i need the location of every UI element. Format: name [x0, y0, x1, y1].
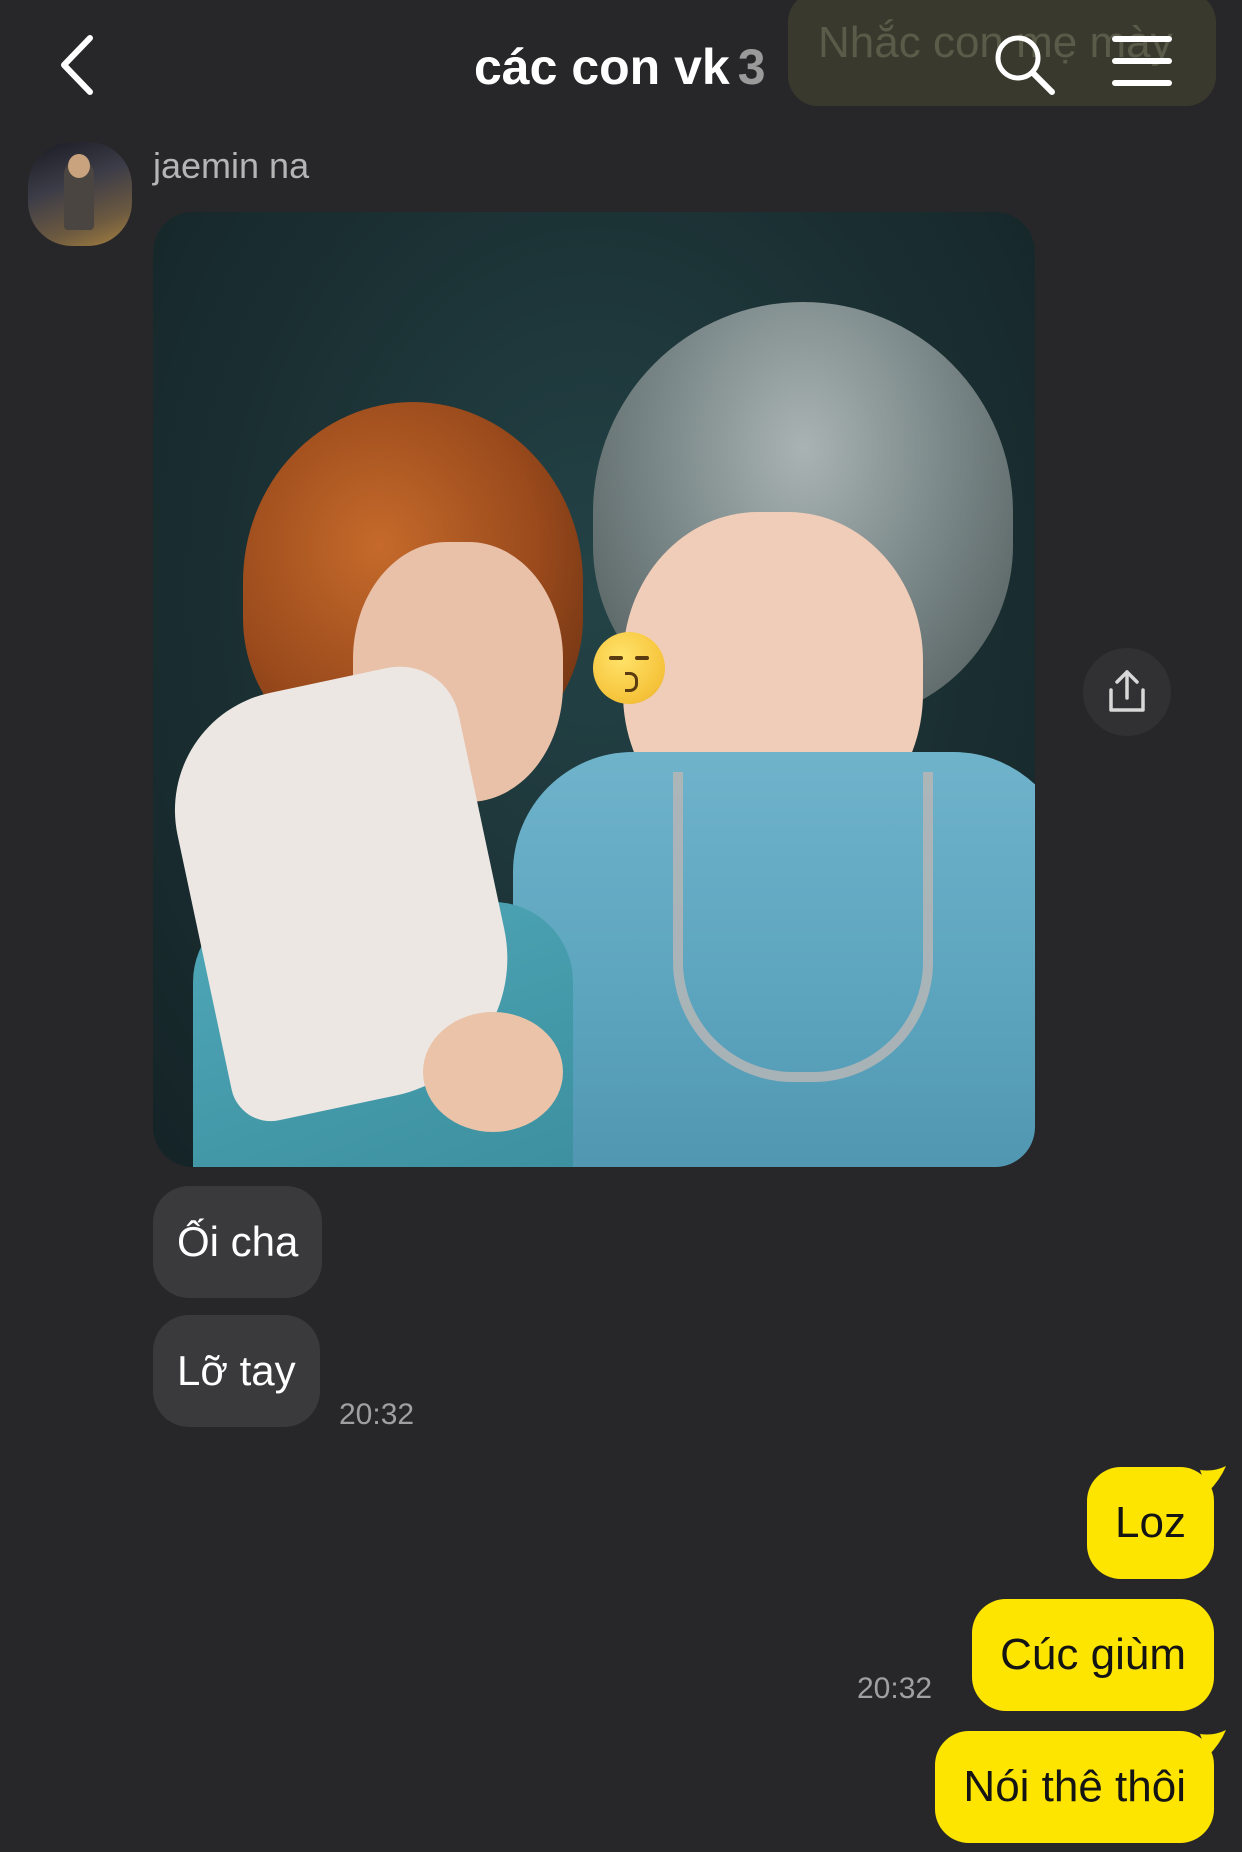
outgoing-message-2[interactable]: Cúc giùm	[972, 1599, 1214, 1711]
outgoing-timestamp: 20:32	[857, 1672, 933, 1705]
incoming-message-2[interactable]: Lỡ tay	[153, 1315, 320, 1427]
incoming-timestamp: 20:32	[339, 1398, 415, 1431]
outgoing-message-1[interactable]: Loz	[1087, 1467, 1214, 1579]
chevron-left-icon	[61, 35, 93, 95]
share-icon	[1109, 670, 1145, 712]
bubble-tail	[1200, 1466, 1226, 1492]
search-button[interactable]	[990, 30, 1060, 100]
menu-button[interactable]	[1112, 36, 1178, 92]
hamburger-menu-icon	[1112, 36, 1178, 86]
member-count: 3	[737, 39, 766, 95]
avatar[interactable]	[28, 142, 132, 246]
back-button[interactable]	[50, 30, 110, 100]
share-button[interactable]	[1083, 648, 1171, 736]
photo-message[interactable]	[153, 212, 1035, 1167]
chat-header: các con vk 3 Nhắc con mẹ mày	[0, 0, 1242, 135]
chat-title-text: các con vk	[474, 39, 730, 95]
bubble-tail	[1200, 1730, 1226, 1756]
sender-name: jaemin na	[153, 145, 310, 186]
chat-screen: các con vk 3 Nhắc con mẹ mày jaemin na Ố…	[0, 0, 1242, 1852]
outgoing-message-3[interactable]: Nói thê thôi	[935, 1731, 1214, 1843]
kissing-emoji-icon	[593, 632, 665, 704]
chat-title: các con vk 3	[474, 38, 766, 96]
incoming-message-1[interactable]: Ối cha	[153, 1186, 323, 1298]
search-icon	[995, 35, 1055, 95]
